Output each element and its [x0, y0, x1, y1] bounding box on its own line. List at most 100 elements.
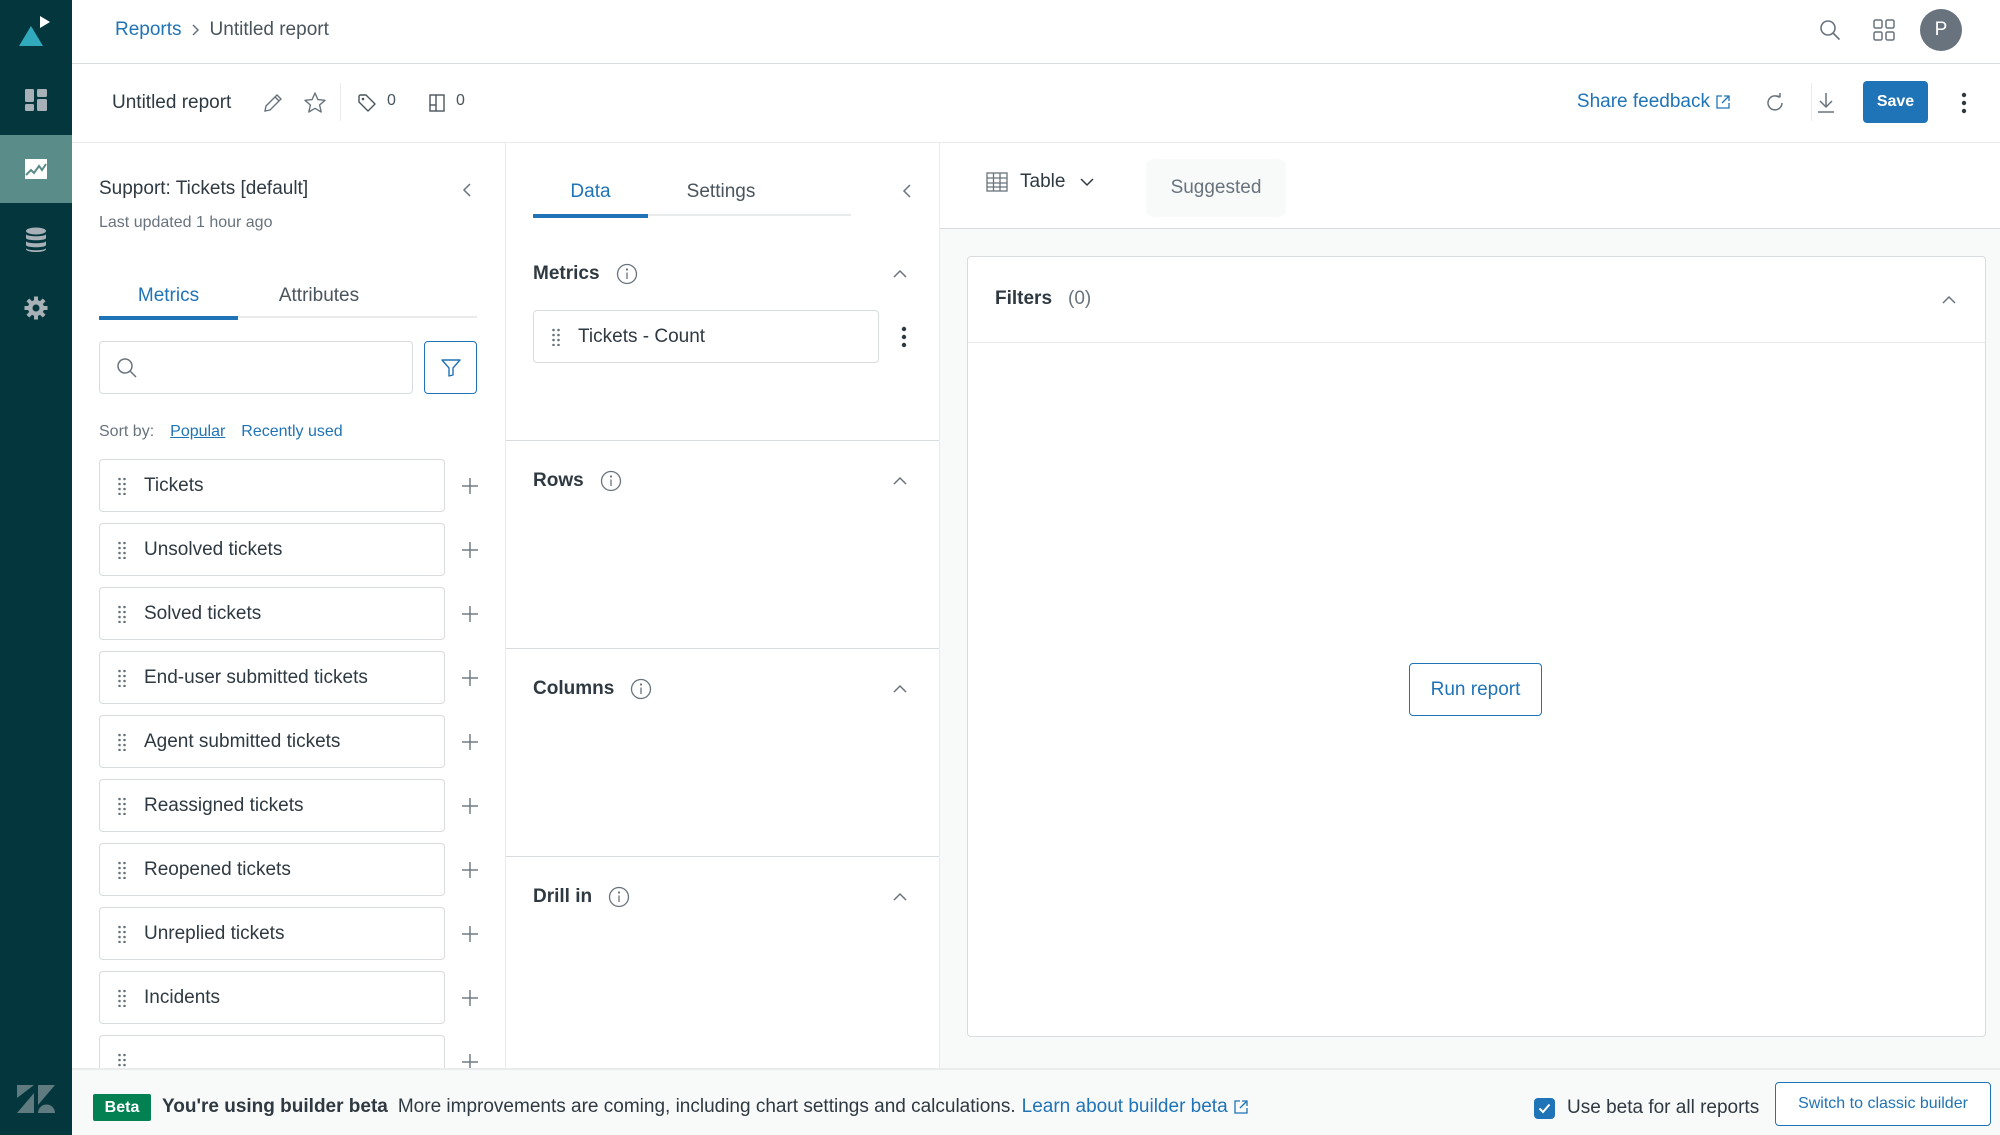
add-metric-plus-icon[interactable]: [455, 471, 485, 501]
filters-count: (0): [1068, 288, 1092, 309]
metric-card[interactable]: Unreplied tickets: [99, 907, 445, 960]
metric-card[interactable]: Incidents: [99, 971, 445, 1024]
checkbox-checked-icon[interactable]: [1534, 1097, 1555, 1119]
tab-data[interactable]: Data: [533, 168, 648, 218]
metric-search-input[interactable]: [148, 357, 388, 378]
collapse-metrics-chevron-up-icon[interactable]: [888, 262, 912, 286]
metric-card[interactable]: Unsolved tickets: [99, 523, 445, 576]
metric-label: Agent submitted tickets: [144, 730, 341, 752]
more-options-icon[interactable]: [1951, 90, 1977, 116]
visualization-toolbar: Table Suggested: [940, 143, 2000, 229]
breadcrumb: Reports Untitled report: [115, 19, 329, 41]
drag-handle-icon[interactable]: [552, 327, 564, 347]
add-metric-plus-icon[interactable]: [455, 983, 485, 1013]
chevron-down-icon: [1079, 177, 1095, 187]
metric-card[interactable]: Agent submitted tickets: [99, 715, 445, 768]
tab-metrics[interactable]: Metrics: [99, 273, 238, 320]
metric-card[interactable]: Solved tickets: [99, 587, 445, 640]
drag-handle-icon[interactable]: [118, 604, 130, 624]
search-icon[interactable]: [1810, 10, 1850, 50]
use-beta-checkbox[interactable]: Use beta for all reports: [1534, 1097, 1759, 1119]
metric-card[interactable]: Reassigned tickets: [99, 779, 445, 832]
visualization-type-dropdown[interactable]: Table: [986, 171, 1095, 193]
drag-handle-icon[interactable]: [118, 924, 130, 944]
explore-logo-icon[interactable]: [0, 0, 72, 60]
left-nav: [0, 0, 72, 1135]
add-metric-plus-icon[interactable]: [455, 599, 485, 629]
breadcrumb-current: Untitled report: [209, 19, 329, 40]
info-icon[interactable]: [600, 470, 622, 492]
add-metric-plus-icon[interactable]: [455, 791, 485, 821]
collapse-columns-chevron-up-icon[interactable]: [888, 677, 912, 701]
metric-card[interactable]: End-user submitted tickets: [99, 651, 445, 704]
breadcrumb-reports-link[interactable]: Reports: [115, 19, 182, 41]
gear-icon: [24, 296, 48, 320]
tab-settings[interactable]: Settings: [648, 168, 794, 216]
add-metric-plus-icon[interactable]: [455, 855, 485, 885]
nav-item-reports[interactable]: [0, 135, 72, 203]
metric-card[interactable]: Reopened tickets: [99, 843, 445, 896]
add-metric-plus-icon[interactable]: [455, 727, 485, 757]
drag-handle-icon[interactable]: [118, 796, 130, 816]
beta-badge: Beta: [93, 1094, 151, 1121]
nav-item-dashboards[interactable]: [0, 66, 72, 134]
dashboard-layout-icon[interactable]: [424, 90, 450, 116]
config-panel: Data Settings Metrics Tickets - Count Ro…: [506, 143, 940, 1068]
metric-options-kebab-icon[interactable]: [892, 322, 916, 352]
filter-button[interactable]: [424, 341, 477, 394]
product-tray-icon[interactable]: [1864, 10, 1904, 50]
nav-item-admin[interactable]: [0, 274, 72, 342]
drag-handle-icon[interactable]: [118, 668, 130, 688]
info-icon[interactable]: [630, 678, 652, 700]
drag-handle-icon[interactable]: [118, 988, 130, 1008]
zendesk-logo-icon[interactable]: [0, 1063, 72, 1135]
drag-handle-icon[interactable]: [118, 540, 130, 560]
edit-pencil-icon[interactable]: [260, 90, 286, 116]
save-button[interactable]: Save: [1863, 81, 1928, 123]
add-metric-plus-icon[interactable]: [455, 663, 485, 693]
suggested-button[interactable]: Suggested: [1146, 159, 1286, 217]
collapse-filters-chevron-up-icon[interactable]: [1937, 288, 1961, 312]
sort-recently-used-link[interactable]: Recently used: [241, 423, 342, 441]
info-icon[interactable]: [616, 263, 638, 285]
favorite-star-icon[interactable]: [302, 90, 328, 116]
collapse-config-chevron-left-icon[interactable]: [895, 179, 919, 203]
filters-header[interactable]: Filters (0): [968, 257, 1985, 343]
drag-handle-icon[interactable]: [118, 732, 130, 752]
drag-handle-icon[interactable]: [118, 476, 130, 496]
selected-metric-card[interactable]: Tickets - Count: [533, 310, 879, 363]
metric-list: Tickets Unsolved tickets Solved tickets End…: [99, 459, 489, 1068]
run-report-button[interactable]: Run report: [1409, 663, 1542, 716]
add-metric-plus-icon[interactable]: [455, 535, 485, 565]
report-canvas-area: Table Suggested Filters (0) Run report: [940, 143, 2000, 1068]
metric-label: Unreplied tickets: [144, 922, 285, 944]
share-feedback-link[interactable]: Share feedback: [1577, 91, 1730, 113]
drag-handle-icon[interactable]: [118, 860, 130, 880]
learn-about-beta-link[interactable]: Learn about builder beta: [1022, 1096, 1248, 1118]
tag-icon[interactable]: [354, 90, 380, 116]
add-metric-plus-icon[interactable]: [455, 919, 485, 949]
metric-card[interactable]: [99, 1035, 445, 1068]
filters-title: Filters: [995, 288, 1053, 309]
add-metric-plus-icon[interactable]: [455, 1047, 485, 1068]
drill-in-section: Drill in: [506, 857, 939, 1068]
banner-message: More improvements are coming, including …: [397, 1096, 1016, 1117]
rows-section-title: Rows: [533, 470, 584, 491]
sort-popular-link[interactable]: Popular: [170, 423, 225, 441]
download-icon[interactable]: [1813, 90, 1839, 116]
drag-handle-icon[interactable]: [118, 1052, 130, 1069]
metric-card[interactable]: Tickets: [99, 459, 445, 512]
metric-list-item: [99, 1035, 489, 1068]
rows-section: Rows: [506, 441, 939, 649]
switch-to-classic-button[interactable]: Switch to classic builder: [1775, 1082, 1991, 1126]
tab-attributes[interactable]: Attributes: [238, 273, 400, 318]
metric-search-field[interactable]: [99, 341, 413, 394]
info-icon[interactable]: [608, 886, 630, 908]
nav-item-datasets[interactable]: [0, 206, 72, 274]
metric-list-item: End-user submitted tickets: [99, 651, 489, 715]
user-avatar[interactable]: P: [1920, 9, 1962, 51]
refresh-icon[interactable]: [1762, 90, 1788, 116]
collapse-panel-chevron-left-icon[interactable]: [455, 178, 479, 202]
collapse-drill-in-chevron-up-icon[interactable]: [888, 885, 912, 909]
collapse-rows-chevron-up-icon[interactable]: [888, 469, 912, 493]
